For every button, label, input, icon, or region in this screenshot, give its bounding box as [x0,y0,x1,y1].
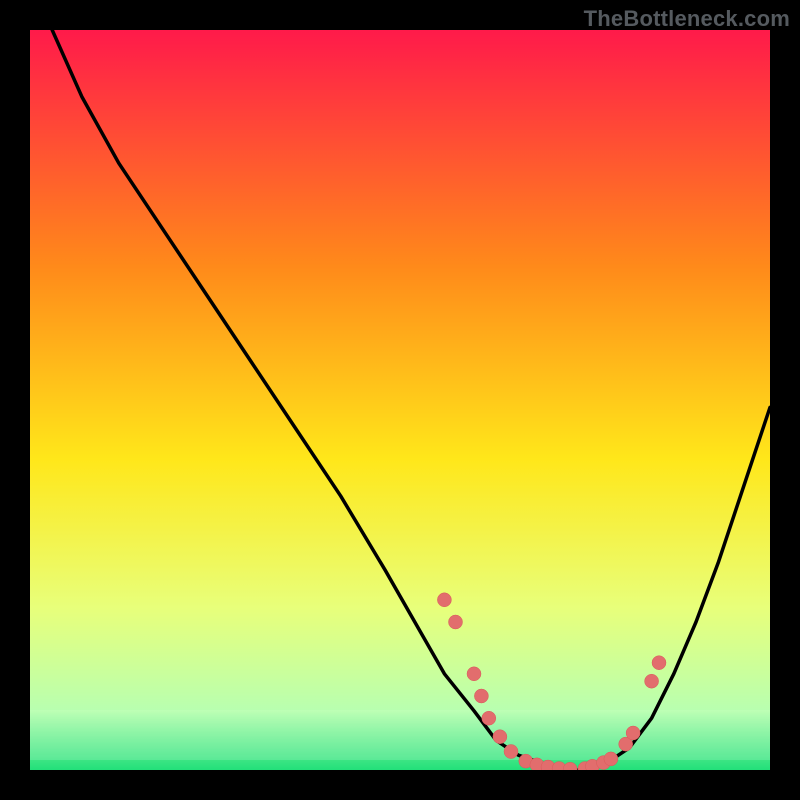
chart-container: TheBottleneck.com [0,0,800,800]
data-marker [493,730,507,744]
data-marker [504,745,518,759]
watermark-text: TheBottleneck.com [584,6,790,32]
glow-band [30,735,770,740]
glow-band [30,725,770,730]
glow-band [30,755,770,760]
glow-band [30,710,770,715]
data-marker [467,667,481,681]
glow-band [30,715,770,720]
glow-band [30,740,770,745]
glow-band [30,730,770,735]
data-marker [645,674,659,688]
data-marker [604,752,618,766]
data-marker [449,615,463,629]
plot-area [30,30,770,770]
chart-svg [30,30,770,770]
data-marker [437,593,451,607]
glow-band [30,750,770,755]
data-marker [652,656,666,670]
glow-band [30,745,770,750]
data-marker [474,689,488,703]
data-marker [626,726,640,740]
data-marker [482,711,496,725]
glow-band [30,720,770,725]
